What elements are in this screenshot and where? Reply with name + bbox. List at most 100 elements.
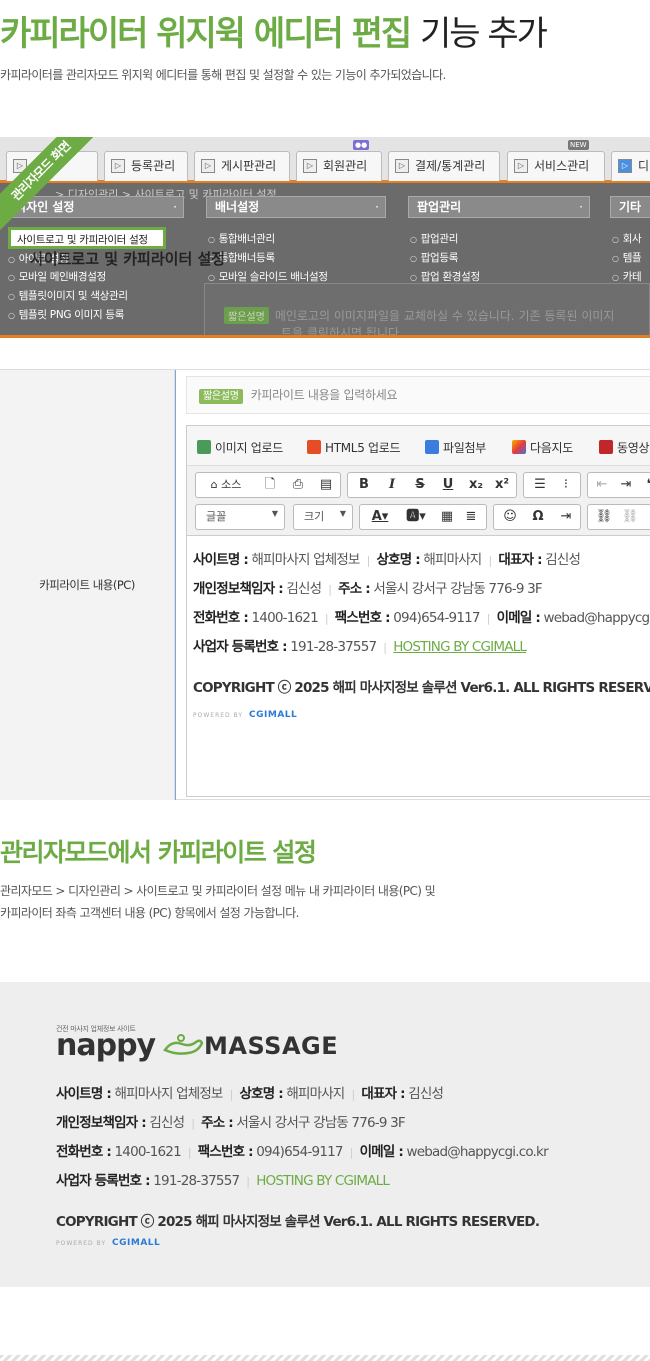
chevron-down-icon: ▼ bbox=[339, 509, 346, 518]
footer-line-1: 사이트명 : 해피마사지 업체정보 | 상호명 : 해피마사지 | 대표자 : 김신성 bbox=[193, 552, 581, 568]
subscript-button[interactable]: x₂ bbox=[464, 476, 488, 494]
admin-menu-item[interactable]: ○ 회사 bbox=[612, 231, 642, 246]
menu-popup[interactable]: 팝업관리 · bbox=[408, 196, 590, 218]
daum-map-button[interactable]: 다음지도 bbox=[512, 439, 573, 456]
size-select[interactable]: 크기 ▼ bbox=[293, 504, 353, 530]
source-button[interactable]: ⌂ 소스 bbox=[200, 476, 252, 494]
toolbar-group-color: A▾ 🅰▾ ▦ ≣ bbox=[359, 504, 487, 530]
menu-design-settings[interactable]: 디자인 설정 · bbox=[6, 196, 184, 218]
preview-icon[interactable]: ⎙ bbox=[286, 476, 310, 494]
file-attach-button[interactable]: 파일첨부 bbox=[425, 439, 486, 456]
new-badge: NEW bbox=[568, 140, 589, 150]
admin-menu-item[interactable]: ○ 카테 bbox=[612, 269, 642, 284]
tab-payment-stats[interactable]: ▷ 결제/통계관리 bbox=[388, 151, 500, 181]
superscript-button[interactable]: x² bbox=[490, 476, 514, 494]
numbered-list-icon[interactable]: ☰ bbox=[528, 476, 552, 494]
menu-etc[interactable]: 기타 bbox=[610, 196, 650, 218]
image-icon bbox=[197, 440, 211, 454]
powered-by: POWERED BY CGIMALL bbox=[193, 710, 298, 720]
arrow-icon: ▷ bbox=[514, 159, 528, 173]
admin-tab-bar: ▷ ▷ 등록관리 ▷ 게시판관리 ▷ 회원관리 ●● ▷ 결제/통계관리 ▷ 서비스관리 NE… bbox=[0, 137, 650, 183]
outdent-icon[interactable]: ⇤ bbox=[592, 476, 612, 494]
arrow-icon: ▷ bbox=[201, 159, 215, 173]
copyright-text: COPYRIGHT ⓒ 2025 해피 마사지정보 솔루션 Ver6.1. AL… bbox=[193, 680, 650, 696]
toolbar-group-indent: ⇤ ⇥ ❝ bbox=[587, 472, 650, 498]
editor-body[interactable]: 사이트명 : 해피마사지 업체정보 | 상호명 : 해피마사지 | 대표자 : 김신성 … bbox=[187, 536, 650, 796]
arrow-icon: ▷ bbox=[303, 159, 317, 173]
template-icon[interactable]: ▤ bbox=[314, 476, 338, 494]
html5-icon bbox=[307, 440, 321, 454]
short-description: 짧은설명 카피라이트 내용을 입력하세요 bbox=[186, 376, 650, 414]
image-upload-button[interactable]: 이미지 업로드 bbox=[197, 439, 283, 456]
new-page-icon[interactable]: 🗋 bbox=[258, 476, 282, 494]
video-button[interactable]: 동영상 bbox=[599, 439, 650, 456]
site-footer: 건전 마사지 업체정보 사이트 nappy MASSAGE 사이트명 : 해피마… bbox=[0, 982, 650, 1287]
heading-dark: 기능 추가 bbox=[420, 14, 548, 54]
admin-screenshot: ▷ ▷ 등록관리 ▷ 게시판관리 ▷ 회원관리 ●● ▷ 결제/통계관리 ▷ 서비스관리 NE… bbox=[0, 137, 650, 338]
page-root: 카피라이터 위지윅 에디터 편집 기능 추가 카피라이터를 관리자모드 위지윅 … bbox=[0, 0, 650, 1361]
special-char-icon[interactable]: Ω bbox=[526, 508, 550, 526]
italic-button[interactable]: I bbox=[380, 476, 404, 494]
tab-members[interactable]: ▷ 회원관리 ●● bbox=[296, 140, 382, 181]
footer-info-line-1: 사이트명 : 해피마사지 업체정보 | 상호명 : 해피마사지 | 대표자 : 김신성 bbox=[56, 1086, 444, 1102]
admin-menu-item[interactable]: ○ 통합배너관리 bbox=[208, 231, 275, 246]
tab-board[interactable]: ▷ 게시판관리 bbox=[194, 151, 290, 181]
footer-hosting-link[interactable]: HOSTING BY CGIMALL bbox=[256, 1173, 390, 1189]
bold-button[interactable]: B bbox=[352, 476, 376, 494]
text-color-icon[interactable]: A▾ bbox=[364, 508, 396, 526]
highlighted-menu-item[interactable]: 사이트로고 및 카피라이터 설정 bbox=[8, 227, 166, 249]
html5-upload-button[interactable]: HTML5 업로드 bbox=[307, 439, 401, 456]
arrow-icon: ▷ bbox=[395, 159, 409, 173]
admin-menu-item[interactable]: ○ 템플릿 PNG 이미지 등록 bbox=[8, 307, 124, 322]
horizontal-rule-icon[interactable]: ≣ bbox=[460, 508, 482, 526]
table-icon[interactable]: ▦ bbox=[436, 508, 458, 526]
footer-line-2: 개인정보책임자 : 김신성 | 주소 : 서울시 강서구 강남동 776-9 3F bbox=[193, 581, 543, 597]
unlink-icon[interactable]: ⛓ bbox=[618, 508, 642, 526]
form-label: 카피라이트 내용(PC) bbox=[0, 370, 175, 800]
form-content: 짧은설명 카피라이트 내용을 입력하세요 이미지 업로드 HTML5 업로드 파일… bbox=[175, 370, 650, 800]
toolbar-group-insert: ☺ Ω ⇥ bbox=[493, 504, 581, 530]
bullet-list-icon[interactable]: ⁝ bbox=[554, 476, 578, 494]
admin-menu-item[interactable]: ○ 팝업관리 bbox=[410, 231, 458, 246]
menu-banner-settings[interactable]: 배너설정 · bbox=[206, 196, 386, 218]
arrow-icon: ▷ bbox=[111, 159, 125, 173]
emoji-icon[interactable]: ☺ bbox=[498, 508, 522, 526]
footer-copyright: COPYRIGHT ⓒ 2025 해피 마사지정보 솔루션 Ver6.1. AL… bbox=[56, 1214, 540, 1230]
admin-menu-item[interactable]: ○ 팝업 환경설정 bbox=[410, 269, 480, 284]
footer-cgimall-logo: CGIMALL bbox=[112, 1238, 161, 1248]
admin-menu-item[interactable]: ○ 템플릿이미지 및 색상관리 bbox=[8, 288, 128, 303]
blockquote-icon[interactable]: ❝ bbox=[640, 476, 650, 494]
font-select[interactable]: 글꼴 ▼ bbox=[195, 504, 285, 530]
bg-color-icon[interactable]: 🅰▾ bbox=[400, 508, 432, 526]
tab-more[interactable]: ▷ 디 bbox=[611, 151, 650, 181]
pagebreak-icon[interactable]: ⇥ bbox=[554, 508, 578, 526]
footer-line-3: 전화번호 : 1400-1621 | 팩스번호 : 094)654-9117 | 이메일… bbox=[193, 610, 650, 626]
indent-icon[interactable]: ⇥ bbox=[616, 476, 636, 494]
strike-button[interactable]: S bbox=[408, 476, 432, 494]
tab-services[interactable]: ▷ 서비스관리 NEW bbox=[507, 140, 605, 181]
footer-info-line-2: 개인정보책임자 : 김신성 | 주소 : 서울시 강서구 강남동 776-9 3F bbox=[56, 1115, 406, 1131]
admin-menu-item[interactable]: ○ 모바일 슬라이드 배너설정 bbox=[208, 269, 328, 284]
arrow-icon: ▷ bbox=[618, 159, 632, 173]
admin-menu-item[interactable]: ○ 템플 bbox=[612, 250, 642, 265]
hand-icon bbox=[163, 1034, 204, 1055]
admin-description-2: 트을 클릭하시면 됩니다. bbox=[281, 326, 403, 338]
video-icon bbox=[599, 440, 613, 454]
admin-menu-item[interactable]: ○ 팝업등록 bbox=[410, 250, 458, 265]
link-icon[interactable]: ⛓ bbox=[592, 508, 616, 526]
members-badge-icon: ●● bbox=[353, 140, 370, 150]
admin-menu-item[interactable]: ○ 모바일 메인배경설정 bbox=[8, 269, 106, 284]
toolbar-group-document: ⌂ 소스 🗋 ⎙ ▤ bbox=[195, 472, 341, 498]
underline-button[interactable]: U bbox=[436, 476, 460, 494]
wysiwyg-editor: 이미지 업로드 HTML5 업로드 파일첨부 다음지도 동영상 ⌂ 소스 🗋 ⎙… bbox=[186, 425, 650, 797]
file-icon bbox=[425, 440, 439, 454]
tab-registration[interactable]: ▷ 등록관리 bbox=[104, 151, 188, 181]
hosting-link[interactable]: HOSTING BY CGIMALL bbox=[393, 639, 527, 655]
footer-info-line-3: 전화번호 : 1400-1621 | 팩스번호 : 094)654-9117 | 이메일… bbox=[56, 1144, 549, 1160]
page-subtitle: 카피라이터를 관리자모드 위지윅 에디터를 통해 편집 및 설정할 수 있는 기… bbox=[0, 68, 446, 82]
footer-line-4: 사업자 등록번호 : 191-28-37557 | HOSTING BY CGIMA… bbox=[193, 639, 527, 655]
bottom-divider bbox=[0, 1355, 650, 1361]
upload-bar: 이미지 업로드 HTML5 업로드 파일첨부 다음지도 동영상 bbox=[187, 426, 650, 466]
admin-page-title: 사이트로고 및 카피라이터 설정 bbox=[30, 250, 226, 268]
admin-description: 짧은설명 메인로고의 이미지파일을 교체하실 수 있습니다. 기존 등록된 이미지 bbox=[224, 307, 614, 324]
